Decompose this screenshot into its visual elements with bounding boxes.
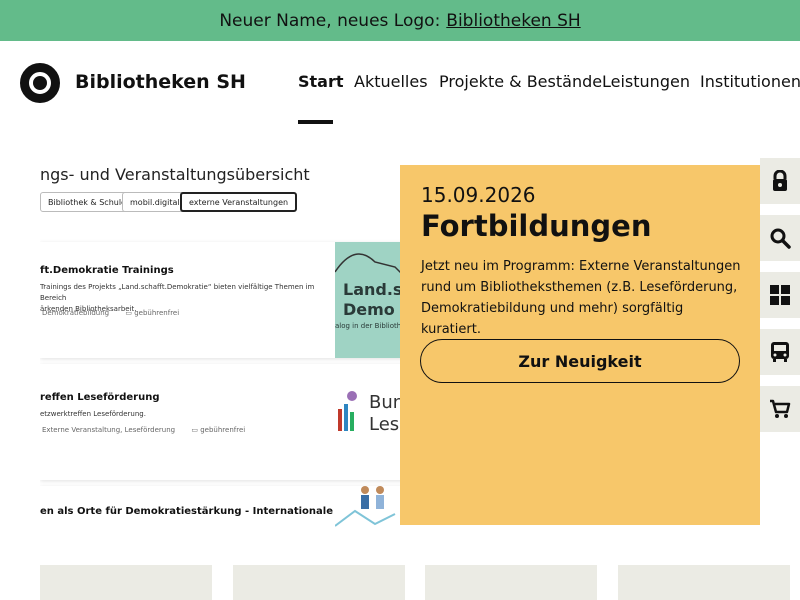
event-text-line1: Trainings des Projekts „Land.schafft.Dem… bbox=[40, 283, 315, 302]
event-card: ft.Demokratie Trainings Trainings des Pr… bbox=[40, 242, 420, 358]
teaser-date: 15.09.2026 bbox=[421, 183, 536, 207]
content-tile[interactable] bbox=[618, 565, 790, 600]
lock-icon bbox=[773, 170, 787, 191]
banner-text: Neuer Name, neues Logo: bbox=[219, 10, 441, 31]
shot-title: ngs- und Veranstaltungsübersicht bbox=[40, 165, 310, 184]
event-text-line1: etzwerktreffen Leseförderung. bbox=[40, 410, 146, 418]
brand-name[interactable]: Bibliotheken SH bbox=[75, 71, 246, 93]
filter-chip-extern: externe Veranstaltungen bbox=[180, 192, 298, 212]
event-meta: Externe Veranstaltung, Leseförderung ▭ g… bbox=[42, 426, 245, 434]
hero-screenshot: ngs- und Veranstaltungsübersicht Bibliot… bbox=[40, 150, 420, 528]
event-title: ft.Demokratie Trainings bbox=[40, 265, 174, 276]
event-card: en als Orte für Demokratiestärkung - Int… bbox=[40, 486, 420, 528]
nav-institutionen[interactable]: Institutionen bbox=[700, 72, 800, 91]
teaser-title: Fortbildungen bbox=[421, 209, 652, 243]
nav-start[interactable]: Start bbox=[298, 72, 344, 91]
event-fee: gebührenfrei bbox=[200, 426, 246, 434]
event-title: en als Orte für Demokratiestärkung - Int… bbox=[40, 506, 380, 517]
cart-icon bbox=[770, 399, 791, 418]
event-tag: Externe Veranstaltung, Leseförderung bbox=[42, 426, 176, 434]
search-button[interactable] bbox=[760, 215, 800, 261]
filter-chip-mobil: mobil.digital bbox=[122, 192, 188, 212]
search-icon bbox=[770, 228, 791, 249]
bus-button[interactable] bbox=[760, 329, 800, 375]
site-header: Bibliotheken SH Start Aktuelles Projekte… bbox=[0, 41, 800, 125]
event-title: reffen Leseförderung bbox=[40, 392, 160, 403]
event-fee: gebührenfrei bbox=[134, 309, 180, 317]
event-meta: Demokratiebildung ▭ gebührenfrei bbox=[42, 309, 179, 317]
filter-chip-schule: Bibliothek & Schule bbox=[40, 192, 134, 212]
thumbnail-text-2: Demo bbox=[343, 300, 395, 319]
news-teaser: 15.09.2026 Fortbildungen Jetzt neu im Pr… bbox=[400, 165, 760, 525]
grid-icon bbox=[770, 285, 790, 305]
thumbnail-text-1: Land.s bbox=[343, 280, 403, 299]
event-card: reffen Leseförderung etzwerktreffen Lese… bbox=[40, 364, 420, 480]
banner-link[interactable]: Bibliotheken SH bbox=[446, 11, 580, 31]
thumbnail-text-3: alog in der Biblioth bbox=[335, 322, 402, 330]
logo-icon[interactable] bbox=[20, 63, 60, 103]
nav-active-indicator bbox=[298, 120, 333, 124]
nav-projekte[interactable]: Projekte & Bestände bbox=[439, 72, 602, 91]
teaser-text: Jetzt neu im Programm: Externe Veranstal… bbox=[421, 259, 741, 337]
thumbnail-text-1: Bun bbox=[369, 392, 405, 413]
login-button[interactable] bbox=[760, 158, 800, 204]
cart-button[interactable] bbox=[760, 386, 800, 432]
ticket-icon: ▭ bbox=[191, 426, 198, 434]
bus-icon bbox=[771, 342, 789, 362]
content-tile[interactable] bbox=[233, 565, 405, 600]
apps-button[interactable] bbox=[760, 272, 800, 318]
ticket-icon: ▭ bbox=[125, 309, 132, 317]
read-news-button[interactable]: Zur Neuigkeit bbox=[420, 339, 740, 383]
announcement-banner: Neuer Name, neues Logo: Bibliotheken SH bbox=[0, 0, 800, 41]
nav-leistungen[interactable]: Leistungen bbox=[602, 72, 690, 91]
nav-aktuelles[interactable]: Aktuelles bbox=[354, 72, 428, 91]
event-tag: Demokratiebildung bbox=[42, 309, 110, 317]
content-tile[interactable] bbox=[425, 565, 597, 600]
content-tile[interactable] bbox=[40, 565, 212, 600]
